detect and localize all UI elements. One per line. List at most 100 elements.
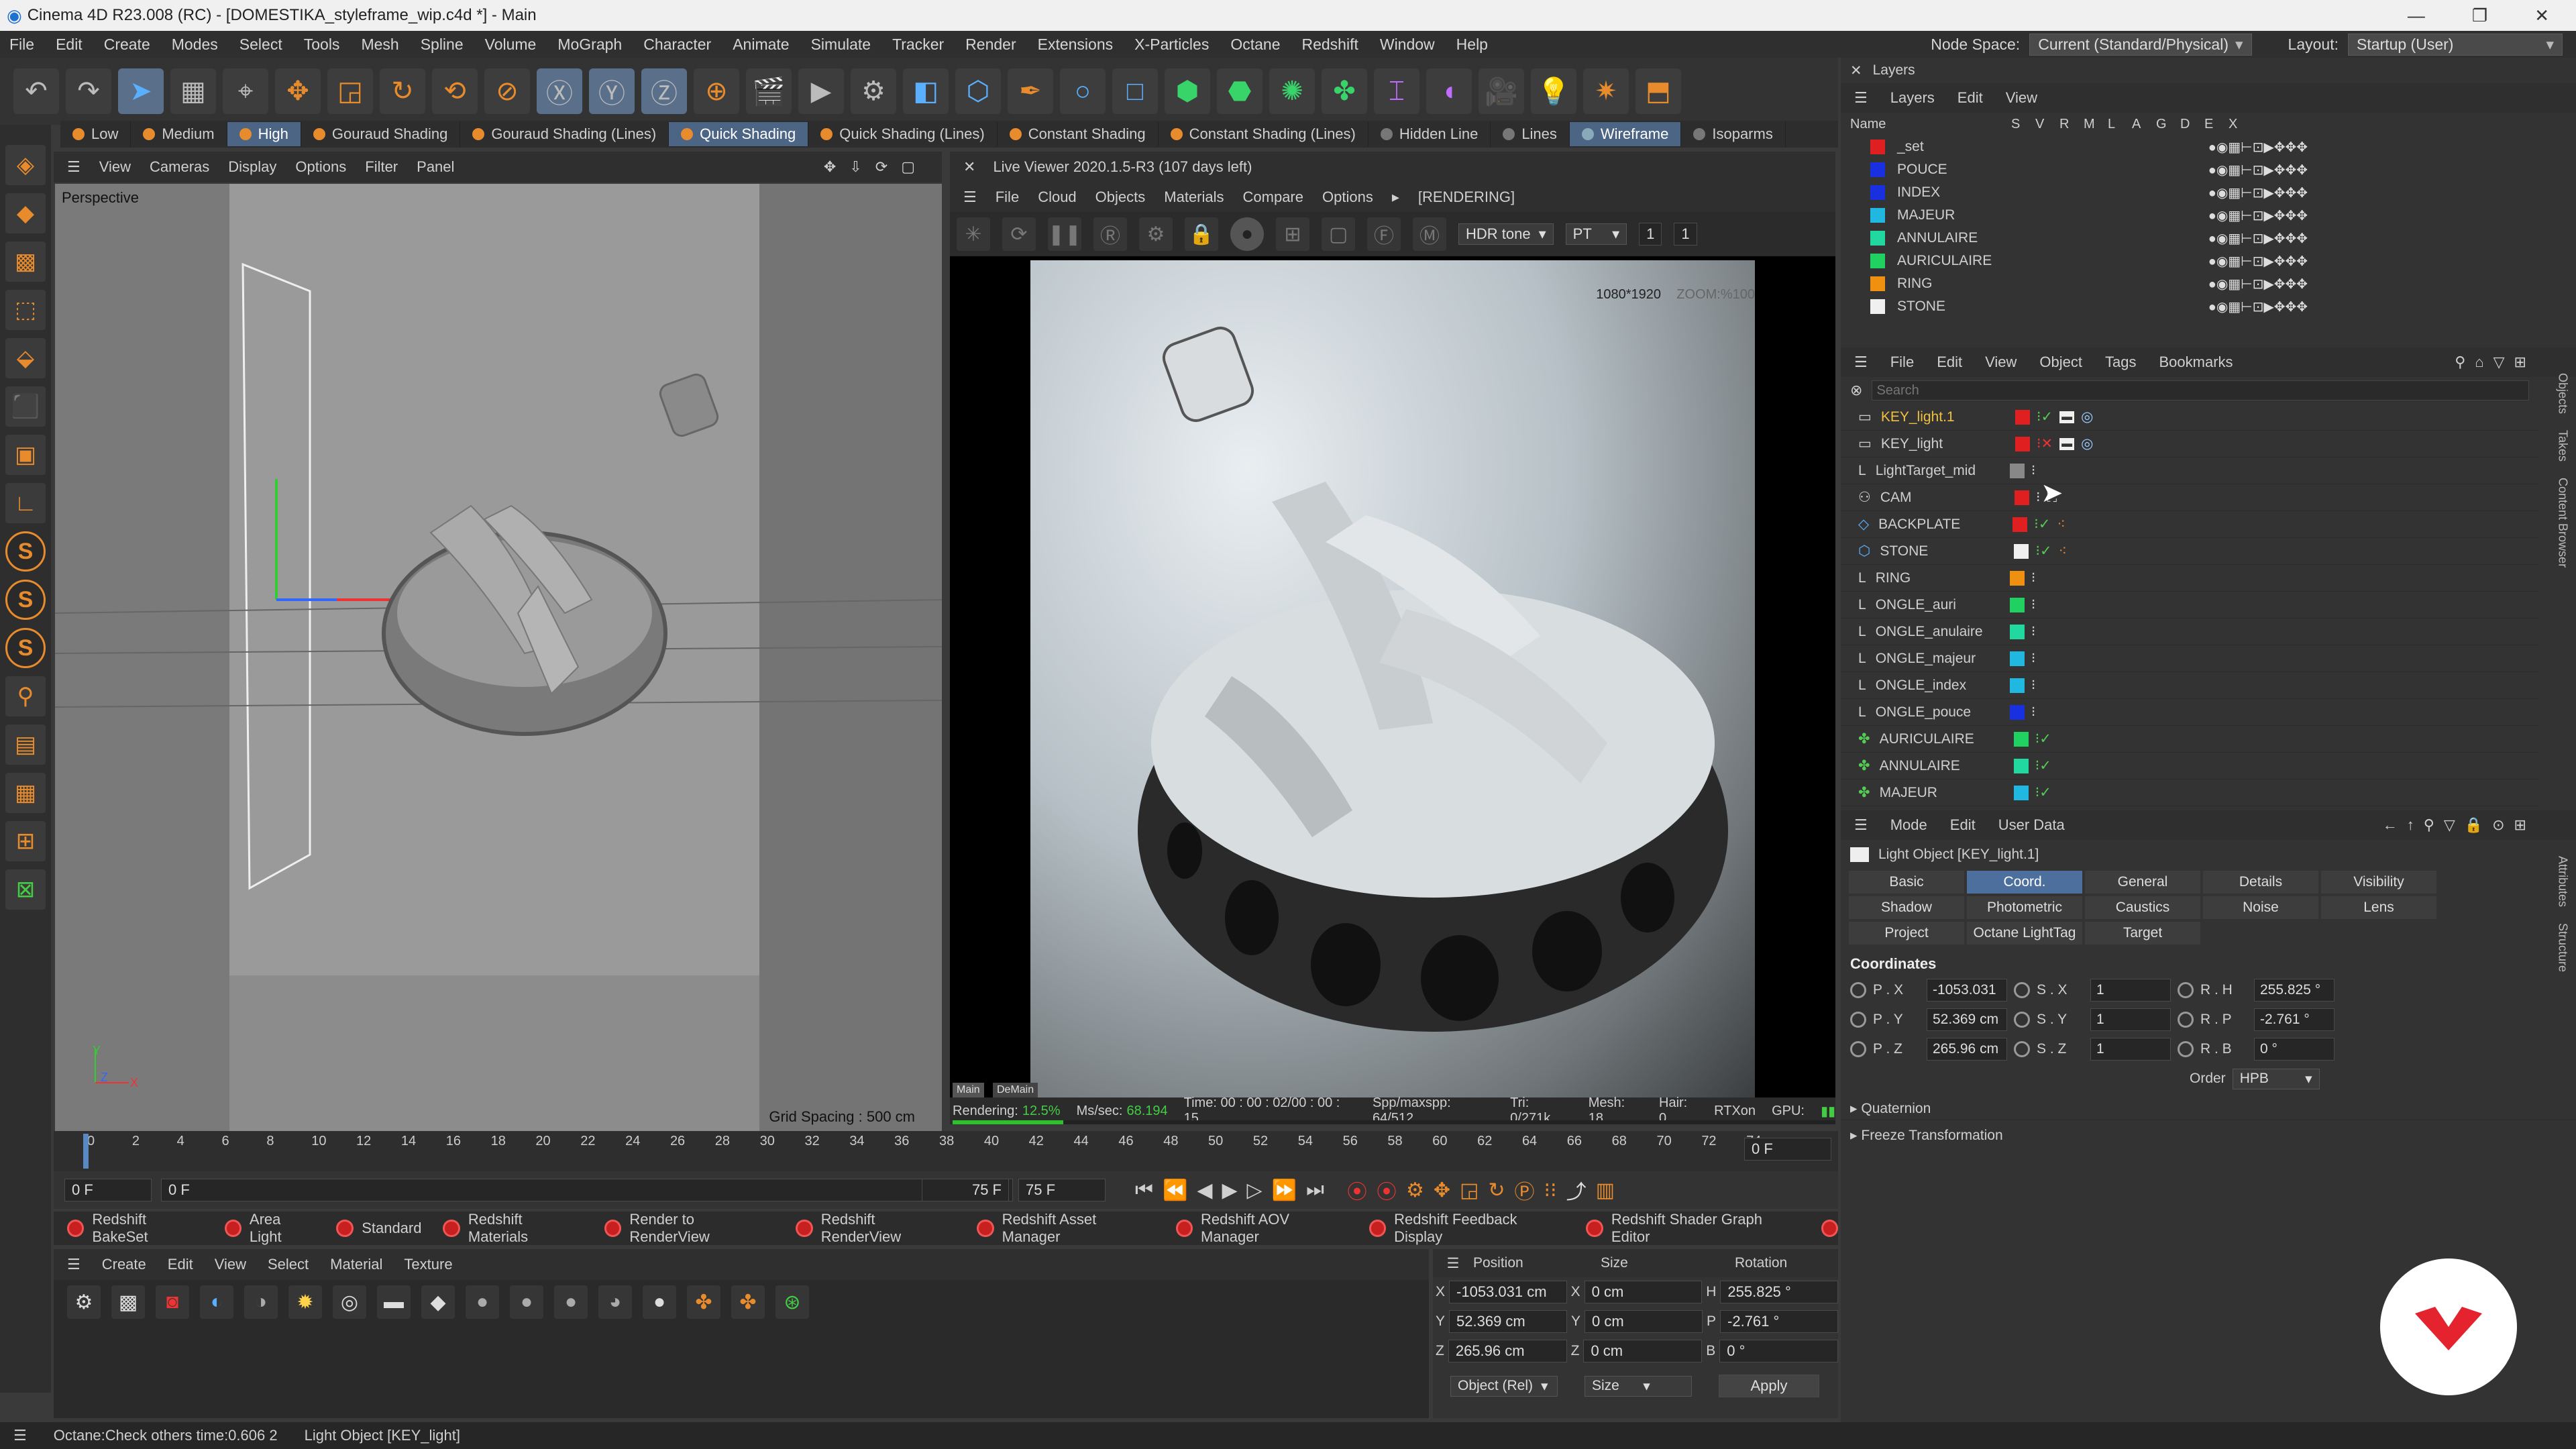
- key-pla-icon[interactable]: ⁝⁝: [1544, 1179, 1557, 1202]
- menu-spline[interactable]: Spline: [421, 36, 464, 54]
- animate-toggle[interactable]: [2014, 1012, 2030, 1028]
- rs-feedback-display-button[interactable]: Redshift Feedback Display: [1368, 1211, 1565, 1246]
- viewport-menu-view[interactable]: View: [99, 158, 131, 176]
- status-menu-icon[interactable]: ☰: [13, 1427, 27, 1444]
- live-viewer-close-icon[interactable]: ✕: [963, 158, 975, 176]
- side-tab-content-browser[interactable]: Content Browser: [2556, 478, 2570, 568]
- octane-light-tag-icon[interactable]: ▬: [2059, 411, 2075, 423]
- object-layer-swatch[interactable]: [2009, 704, 2025, 720]
- enabled-check-icon[interactable]: ⁝✓: [2035, 543, 2051, 559]
- menu-animate[interactable]: Animate: [733, 36, 789, 54]
- rs-standard-button[interactable]: Standard: [336, 1220, 421, 1237]
- layer-color-swatch[interactable]: [1870, 162, 1885, 177]
- mat-menu-material[interactable]: Material: [330, 1256, 382, 1273]
- lv-menu-objects[interactable]: Objects: [1095, 189, 1146, 206]
- record-icon[interactable]: ⦿: [1347, 1175, 1367, 1205]
- attr-pz-field[interactable]: 265.96 cm: [1927, 1038, 2007, 1061]
- light-icon[interactable]: 💡: [1531, 68, 1576, 114]
- mograph-icon[interactable]: ✤: [1322, 68, 1367, 114]
- enabled-check-icon[interactable]: ⁝✓: [2037, 409, 2053, 425]
- playhead[interactable]: [83, 1134, 89, 1169]
- live-select-icon[interactable]: ⌖: [223, 68, 268, 114]
- node-space-select[interactable]: Current (Standard/Physical): [2029, 33, 2252, 56]
- y-axis-lock-icon[interactable]: Ⓨ: [589, 68, 635, 114]
- camera-red-icon[interactable]: ◙: [156, 1285, 189, 1319]
- rs-area-light-button[interactable]: Area Light: [224, 1211, 315, 1246]
- object-layer-swatch[interactable]: [2013, 785, 2029, 800]
- layout-select[interactable]: Startup (User): [2348, 33, 2563, 56]
- obj-menu-object[interactable]: Object: [2039, 354, 2082, 371]
- previous-frame-icon[interactable]: ◀: [1197, 1179, 1212, 1202]
- order-select[interactable]: HPB ▾: [2232, 1068, 2320, 1089]
- object-row-key-light-1[interactable]: ▭ KEY_light.1 ⁝✓ ▬ ◎: [1841, 404, 2538, 431]
- shading-lines[interactable]: Lines: [1491, 122, 1570, 146]
- layer-color-swatch[interactable]: [1870, 299, 1885, 314]
- enabled-check-icon[interactable]: ⁝✓: [2035, 784, 2051, 801]
- viewport-menu-filter[interactable]: Filter: [365, 158, 398, 176]
- layer-toggle-icons[interactable]: ●◉▦⊢⊡▶✥✥✥: [2208, 276, 2308, 292]
- object-row-ongle-index[interactable]: L ONGLE_index ⁝: [1841, 672, 2538, 699]
- solo-icon[interactable]: S: [5, 531, 46, 572]
- move-icon[interactable]: ✥: [275, 68, 321, 114]
- shading-constant[interactable]: Constant Shading: [998, 122, 1159, 146]
- object-layer-swatch[interactable]: [2009, 597, 2025, 612]
- tab-demain[interactable]: DeMain: [993, 1083, 1038, 1097]
- visibility-dots-icon[interactable]: ⁝: [2031, 677, 2036, 694]
- rs-render-to-renderview-button[interactable]: Render to RenderView: [604, 1211, 774, 1246]
- subdivision-icon[interactable]: ⬢: [1165, 68, 1210, 114]
- camera-icon[interactable]: 🎥: [1479, 68, 1524, 114]
- target-tag-icon[interactable]: ◎: [2081, 409, 2093, 425]
- menu-edit[interactable]: Edit: [56, 36, 83, 54]
- menu-tracker[interactable]: Tracker: [892, 36, 944, 54]
- tab-octane-lighttag[interactable]: Octane LightTag: [1967, 922, 2082, 945]
- obj-menu-file[interactable]: File: [1890, 354, 1914, 371]
- side-tab-structure[interactable]: Structure: [2556, 923, 2570, 972]
- z-axis-lock-icon[interactable]: Ⓩ: [641, 68, 687, 114]
- shading-low[interactable]: Low: [60, 122, 131, 146]
- ring-icon[interactable]: ◎: [333, 1285, 366, 1319]
- object-row-backplate[interactable]: ◇ BACKPLATE ⁝✓ ⁖: [1841, 511, 2538, 538]
- tab-photometric[interactable]: Photometric: [1967, 896, 2082, 919]
- object-layer-swatch[interactable]: [2014, 543, 2029, 559]
- enabled-check-icon[interactable]: ⁝✓: [2035, 757, 2051, 774]
- visibility-dots-icon[interactable]: ⁝: [2031, 650, 2036, 667]
- tab-general[interactable]: General: [2085, 871, 2200, 894]
- animate-toggle[interactable]: [2178, 1012, 2194, 1028]
- attr-sy-field[interactable]: 1: [2090, 1008, 2171, 1031]
- live-viewer-menu-icon[interactable]: ☰: [963, 189, 977, 206]
- menu-render[interactable]: Render: [965, 36, 1016, 54]
- attr-rb-field[interactable]: 0 °: [2254, 1038, 2334, 1061]
- menu-modes[interactable]: Modes: [172, 36, 218, 54]
- menu-file[interactable]: File: [9, 36, 34, 54]
- animate-toggle[interactable]: [2014, 982, 2030, 998]
- minimize-button[interactable]: —: [2408, 5, 2425, 26]
- object-row-stone[interactable]: ⬡ STONE ⁝✓ ⁖: [1841, 538, 2538, 565]
- mat-menu-create[interactable]: Create: [102, 1256, 146, 1273]
- start-frame-field[interactable]: 0 F: [64, 1179, 152, 1201]
- shading-quick[interactable]: Quick Shading: [669, 122, 809, 146]
- layer-color-swatch[interactable]: [1870, 185, 1885, 200]
- play-icon[interactable]: ▶: [1222, 1179, 1237, 1202]
- tab-project[interactable]: Project: [1849, 922, 1964, 945]
- sphere-b-icon[interactable]: ●: [510, 1285, 543, 1319]
- object-layer-swatch[interactable]: [2013, 758, 2029, 773]
- layer-toggle-icons[interactable]: ●◉▦⊢⊡▶✥✥✥: [2208, 299, 2308, 315]
- rect-icon[interactable]: ▬: [377, 1285, 411, 1319]
- layer-toggle-icons[interactable]: ●◉▦⊢⊡▶✥✥✥: [2208, 184, 2308, 201]
- object-row-key-light[interactable]: ▭ KEY_light ⁝✕ ▬ ◎: [1841, 431, 2538, 458]
- shading-constant-lines[interactable]: Constant Shading (Lines): [1159, 122, 1368, 146]
- pen-spline-icon[interactable]: ✒: [1008, 68, 1053, 114]
- object-row-ongle-majeur[interactable]: L ONGLE_majeur ⁝: [1841, 645, 2538, 672]
- preview-range-start[interactable]: 0 F: [161, 1179, 1013, 1201]
- animate-toggle[interactable]: [1850, 1041, 1866, 1057]
- checker-icon[interactable]: ▩: [111, 1285, 145, 1319]
- solo-selection-icon[interactable]: S: [5, 628, 46, 668]
- tab-lens[interactable]: Lens: [2321, 896, 2436, 919]
- lv-menu-compare[interactable]: Compare: [1243, 189, 1303, 206]
- gear-icon[interactable]: ⚙: [67, 1285, 101, 1319]
- menu-create[interactable]: Create: [104, 36, 150, 54]
- key-scale-icon[interactable]: ◲: [1460, 1179, 1479, 1202]
- attributes-nav-icons[interactable]: ←↑⚲▽🔒⊙⊞: [2383, 816, 2536, 834]
- viewport-menu-panel[interactable]: Panel: [417, 158, 454, 176]
- viewport-menu-icon[interactable]: ☰: [67, 158, 80, 176]
